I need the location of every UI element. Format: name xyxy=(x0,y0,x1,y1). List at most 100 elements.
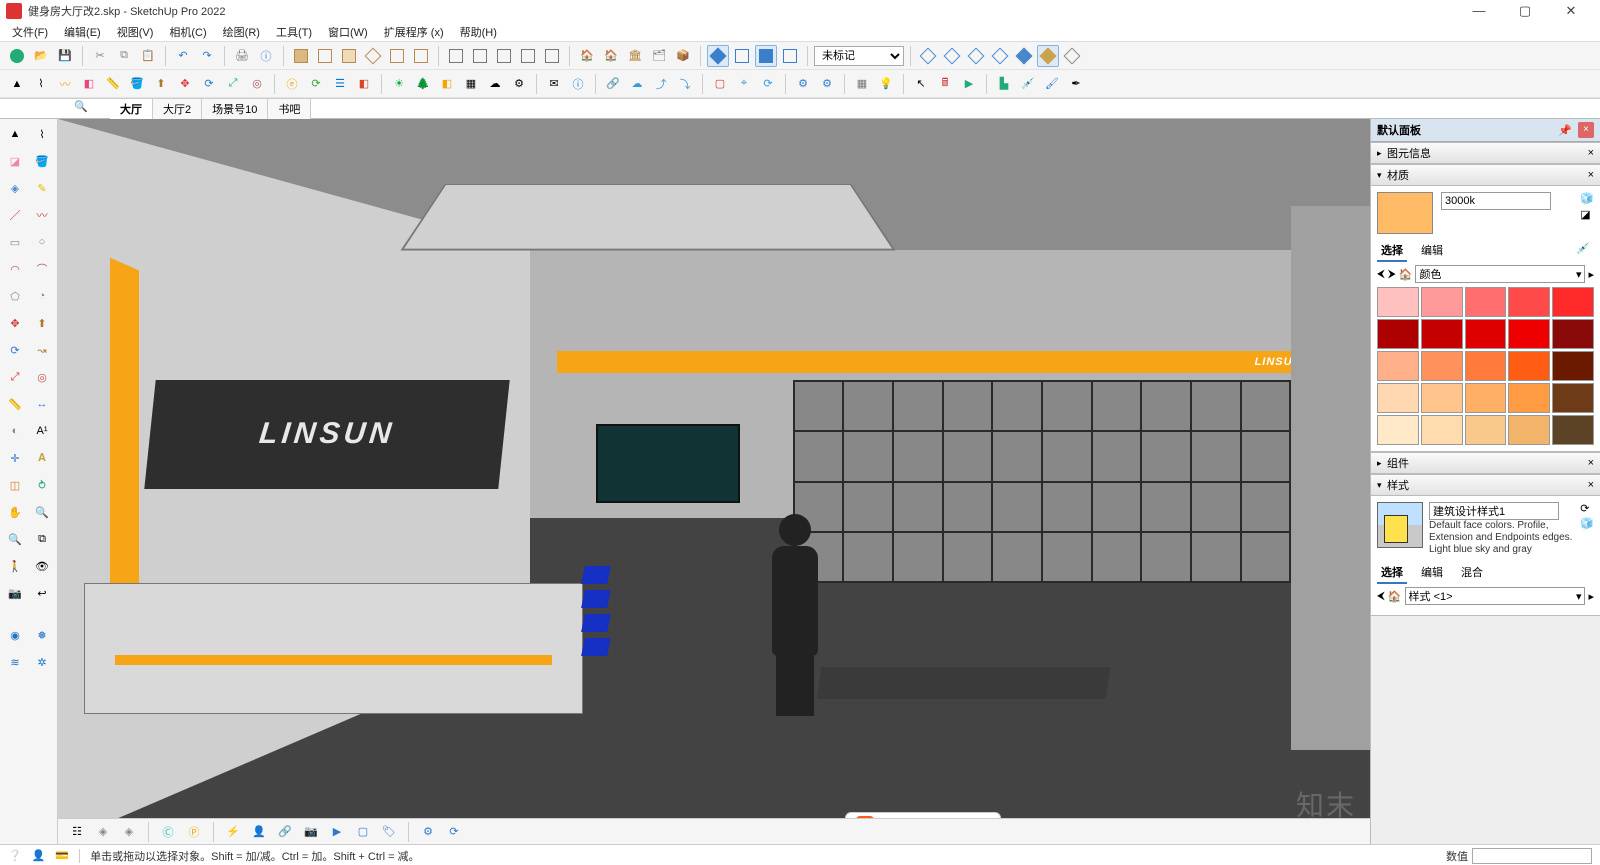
color-swatch[interactable] xyxy=(1508,319,1550,349)
menu-ext[interactable]: 扩展程序 (x) xyxy=(376,22,452,42)
color-swatch[interactable] xyxy=(1465,383,1507,413)
arc-icon[interactable]: ◠ xyxy=(3,257,27,281)
ext-gear-icon[interactable]: ⚙ xyxy=(508,73,530,95)
eraser-icon[interactable]: ◪ xyxy=(3,149,27,173)
menu-tools[interactable]: 工具(T) xyxy=(268,22,320,42)
print-button[interactable]: 🖨 xyxy=(231,45,253,67)
nav-back-icon[interactable]: ⮜ xyxy=(1377,590,1385,603)
credit-icon[interactable]: 💳 xyxy=(55,849,69,862)
make-component-button[interactable] xyxy=(445,45,467,67)
ext-mail-icon[interactable]: ✉ xyxy=(543,73,565,95)
window-close-button[interactable]: ✕ xyxy=(1548,0,1594,22)
warehouse-button[interactable]: 🏠 xyxy=(576,45,598,67)
style-collection-select[interactable]: 样式 <1>▾ xyxy=(1405,587,1586,605)
color-swatch[interactable] xyxy=(1377,351,1419,381)
style-name-input[interactable] xyxy=(1429,502,1559,520)
line-tool-button[interactable]: 〰 xyxy=(54,73,76,95)
rotate-tool-button[interactable]: ⟳ xyxy=(198,73,220,95)
model-info-button[interactable]: ⓘ xyxy=(255,45,277,67)
prev-view-icon[interactable]: ↩ xyxy=(30,581,54,605)
solid-split-icon[interactable] xyxy=(386,45,408,67)
vb-camera-icon[interactable]: 📷 xyxy=(300,821,322,843)
wireframe-button[interactable] xyxy=(965,45,987,67)
vb-layers-icon[interactable]: ☷ xyxy=(66,821,88,843)
styles-tab-mix[interactable]: 混合 xyxy=(1457,562,1487,584)
search-icon[interactable]: 🔍 xyxy=(74,100,88,113)
vb-refresh-icon[interactable]: ⟳ xyxy=(443,821,465,843)
window-minimize-button[interactable]: — xyxy=(1456,0,1502,22)
shaded-tex-button[interactable] xyxy=(1037,45,1059,67)
menu-icon[interactable]: ▸ xyxy=(1588,590,1594,603)
materials-tab-select[interactable]: 选择 xyxy=(1377,240,1407,262)
solid-outer-shell-icon[interactable] xyxy=(410,45,432,67)
style-new-icon[interactable]: 🧊 xyxy=(1580,517,1594,530)
tray-close-button[interactable]: × xyxy=(1578,122,1594,138)
panel-components-header[interactable]: ▸ 组件 × xyxy=(1371,452,1600,474)
current-material-swatch[interactable] xyxy=(1377,192,1433,234)
window-maximize-button[interactable]: ▢ xyxy=(1502,0,1548,22)
offset-icon[interactable]: ◎ xyxy=(30,365,54,389)
play-icon[interactable]: ▶ xyxy=(958,73,980,95)
panel-close-icon[interactable]: × xyxy=(1588,147,1594,159)
freehand-icon[interactable]: 〰 xyxy=(30,203,54,227)
home-icon[interactable]: 🏠 xyxy=(1388,590,1402,603)
calc-icon[interactable]: 🖩 xyxy=(934,73,956,95)
color-swatch[interactable] xyxy=(1465,351,1507,381)
scene-tab-3[interactable]: 书吧 xyxy=(268,99,311,119)
menu-edit[interactable]: 编辑(E) xyxy=(56,22,109,42)
ext-warehouse-button[interactable]: 🏛 xyxy=(624,45,646,67)
arrow-nw-icon[interactable]: ↖ xyxy=(910,73,932,95)
menu-file[interactable]: 文件(F) xyxy=(4,22,56,42)
cut-button[interactable]: ✂ xyxy=(89,45,111,67)
pencil-icon[interactable]: ✎ xyxy=(30,176,54,200)
scale-icon[interactable]: ⤢ xyxy=(3,365,27,389)
color-swatch[interactable] xyxy=(1552,287,1594,317)
color-swatch[interactable] xyxy=(1508,383,1550,413)
text-icon[interactable]: A¹ xyxy=(30,419,54,443)
nav-back-icon[interactable]: ⮜ xyxy=(1377,268,1385,281)
color-swatch[interactable] xyxy=(1465,287,1507,317)
color-swatch[interactable] xyxy=(1377,383,1419,413)
color-swatch[interactable] xyxy=(1508,415,1550,445)
tape-tool-button[interactable]: 📏 xyxy=(102,73,124,95)
panel-close-icon[interactable]: × xyxy=(1588,457,1594,469)
pushpull-icon[interactable]: ⬆ xyxy=(30,311,54,335)
frame-red-icon[interactable]: ▢ xyxy=(709,73,731,95)
vb-cube-icon[interactable]: ◈ xyxy=(92,821,114,843)
protractor-icon[interactable]: ◐ xyxy=(3,419,27,443)
ext-tree-icon[interactable]: 🌲 xyxy=(412,73,434,95)
materials-tab-edit[interactable]: 编辑 xyxy=(1417,240,1447,262)
followme-icon[interactable]: ↝ xyxy=(30,338,54,362)
tray-pin-icon[interactable]: 📌 xyxy=(1558,124,1572,137)
ext-sync-icon[interactable]: ⟳ xyxy=(305,73,327,95)
gear3-icon[interactable]: ⚙ xyxy=(816,73,838,95)
walk-icon[interactable]: 🚶 xyxy=(3,554,27,578)
copy-button[interactable]: ⧉ xyxy=(113,45,135,67)
open-file-button[interactable]: 📂 xyxy=(30,45,52,67)
style-thumbnail[interactable] xyxy=(1377,502,1423,548)
line-icon[interactable]: ／ xyxy=(3,203,27,227)
styles-tab-edit[interactable]: 编辑 xyxy=(1417,562,1447,584)
color-swatch[interactable] xyxy=(1377,415,1419,445)
paint-bucket-icon[interactable]: 🪣 xyxy=(30,149,54,173)
send-to-layout-button[interactable]: 🗂 xyxy=(648,45,670,67)
ext-checker-icon[interactable]: ▦ xyxy=(460,73,482,95)
color-swatch[interactable] xyxy=(1552,351,1594,381)
color-swatch[interactable] xyxy=(1552,415,1594,445)
section-icon[interactable]: ◫ xyxy=(3,473,27,497)
make-group-button[interactable] xyxy=(469,45,491,67)
vb-bolt-icon[interactable]: ⚡ xyxy=(222,821,244,843)
color-swatch[interactable] xyxy=(1377,319,1419,349)
panel-close-icon[interactable]: × xyxy=(1588,169,1594,181)
cloud-sync-icon[interactable]: ☁ xyxy=(626,73,648,95)
color-swatch[interactable] xyxy=(1465,415,1507,445)
vcb-input[interactable] xyxy=(1472,848,1592,864)
scene-tab-1[interactable]: 大厅2 xyxy=(153,99,202,119)
menu-view[interactable]: 视图(V) xyxy=(109,22,162,42)
monochrome-button[interactable] xyxy=(1061,45,1083,67)
styles-tab-select[interactable]: 选择 xyxy=(1377,562,1407,584)
ext-enscape-icon[interactable]: ⓔ xyxy=(281,73,303,95)
material-create-icon[interactable]: 🧊 xyxy=(1580,192,1594,205)
ext-settings-icon[interactable]: ◧ xyxy=(353,73,375,95)
unhide-button[interactable] xyxy=(541,45,563,67)
